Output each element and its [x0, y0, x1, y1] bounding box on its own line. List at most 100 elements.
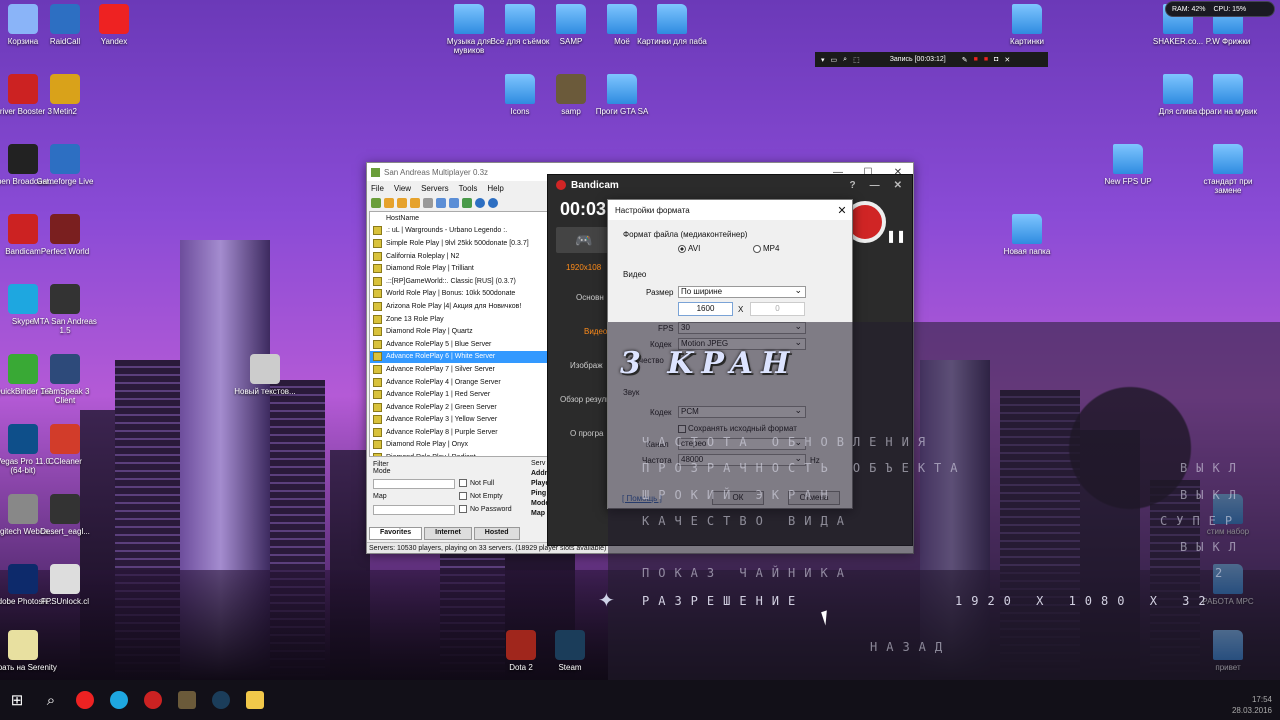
- bandicam-taskbar-icon[interactable]: [137, 684, 169, 716]
- desktop-icon[interactable]: Gameforge Live: [30, 144, 100, 186]
- pause-icon[interactable]: ❚❚: [886, 229, 906, 243]
- desktop-icon[interactable]: FPSUnlock.cl: [30, 564, 100, 606]
- game-mode-button[interactable]: 🎮: [556, 227, 612, 253]
- minimize-icon[interactable]: —: [870, 180, 880, 191]
- menu-tools[interactable]: Tools: [459, 184, 478, 193]
- help-icon[interactable]: [475, 198, 485, 208]
- server-list[interactable]: HostName .: uL | Wargrounds - Urbano Leg…: [369, 211, 549, 457]
- server-row[interactable]: Diamond Role Play | Onyx: [370, 439, 548, 452]
- gta-taskbar-icon[interactable]: [171, 684, 203, 716]
- filter-map-input[interactable]: [373, 505, 455, 515]
- ok-button[interactable]: ОК: [712, 491, 764, 505]
- server-row[interactable]: Advance RolePlay 7 | Silver Server: [370, 363, 548, 376]
- audio-codec-select[interactable]: PCM: [678, 405, 806, 418]
- help-link[interactable]: [ Помощь ]: [622, 494, 662, 503]
- desktop-icon[interactable]: Картинки: [992, 4, 1062, 46]
- search-icon[interactable]: ⌕: [35, 684, 67, 716]
- desktop-icon[interactable]: Проги GTA SA: [587, 74, 657, 116]
- desktop-icon[interactable]: Картинки для паба: [637, 4, 707, 46]
- edit-icon[interactable]: [449, 198, 459, 208]
- yandex-taskbar-icon[interactable]: [69, 684, 101, 716]
- header-hostname[interactable]: HostName: [386, 215, 419, 222]
- desktop-icon[interactable]: привет: [1193, 630, 1263, 672]
- no-password-checkbox[interactable]: No Password: [459, 505, 512, 513]
- desktop-icon[interactable]: фраги на мувик: [1193, 74, 1263, 116]
- close-icon[interactable]: ✕: [1004, 56, 1010, 64]
- frequency-select[interactable]: 48000: [678, 453, 806, 466]
- server-row[interactable]: Advance RolePlay 8 | Purple Server: [370, 426, 548, 439]
- desktop-icon[interactable]: Yandex: [79, 4, 149, 46]
- help-icon[interactable]: ?: [850, 180, 856, 191]
- server-row[interactable]: Advance RolePlay 5 | Blue Server: [370, 338, 548, 351]
- window-icon[interactable]: ▭: [831, 56, 838, 64]
- close-icon[interactable]: ✕: [894, 180, 902, 191]
- server-row[interactable]: Advance RolePlay 3 | Yellow Server: [370, 414, 548, 427]
- sidebar-item-image[interactable]: Изображ: [570, 361, 603, 370]
- delete-server-icon[interactable]: [410, 198, 420, 208]
- server-row[interactable]: Advance RolePlay 6 | White Server: [370, 350, 548, 364]
- sidebar-item-output[interactable]: Обзор резуль: [560, 395, 610, 404]
- steam-taskbar-icon[interactable]: [205, 684, 237, 716]
- desktop-icon[interactable]: Новая папка: [992, 214, 1062, 256]
- server-row[interactable]: Simple Role Play | 9lvl 25kk 500donate […: [370, 237, 548, 250]
- menu-view[interactable]: View: [394, 184, 411, 193]
- tab-internet[interactable]: Internet: [424, 527, 472, 540]
- stop-icon[interactable]: ■: [984, 56, 988, 63]
- server-row[interactable]: World Role Play | Bonus: 10kk 500donate: [370, 288, 548, 301]
- avi-radio[interactable]: AVI: [678, 244, 700, 253]
- width-input[interactable]: 1600: [678, 302, 733, 316]
- desktop-icon[interactable]: Metin2: [30, 74, 100, 116]
- close-icon[interactable]: ✕: [832, 204, 852, 217]
- desktop-icon[interactable]: Играть на Serenity: [0, 630, 58, 672]
- desktop-icon[interactable]: New FPS UP: [1093, 144, 1163, 186]
- menu-icon[interactable]: ▾: [821, 56, 825, 64]
- desktop-icon[interactable]: Steam: [535, 630, 605, 672]
- menu-servers[interactable]: Servers: [421, 184, 449, 193]
- refresh-icon[interactable]: [384, 198, 394, 208]
- fps-select[interactable]: 30: [678, 321, 806, 334]
- desktop-icon[interactable]: MTA San Andreas 1.5: [30, 284, 100, 335]
- sidebar-item-general[interactable]: Основн: [576, 293, 604, 302]
- properties-icon[interactable]: [423, 198, 433, 208]
- server-row[interactable]: Advance RolePlay 2 | Green Server: [370, 401, 548, 414]
- height-input[interactable]: 0: [750, 302, 805, 316]
- menu-help[interactable]: Help: [487, 184, 503, 193]
- skype-taskbar-icon[interactable]: [103, 684, 135, 716]
- desktop-icon[interactable]: TeamSpeak 3 Client: [30, 354, 100, 405]
- about-icon[interactable]: [488, 198, 498, 208]
- add-server-icon[interactable]: [397, 198, 407, 208]
- tab-hosted[interactable]: Hosted: [473, 527, 520, 540]
- desktop-icon[interactable]: CCleaner: [30, 424, 100, 466]
- keep-format-checkbox[interactable]: Сохранять исходный формат: [678, 424, 797, 433]
- not-empty-checkbox[interactable]: Not Empty: [459, 492, 503, 500]
- sidebar-item-video[interactable]: Видео: [584, 327, 607, 336]
- server-row[interactable]: Diamond Role Play | Quartz: [370, 325, 548, 338]
- explorer-taskbar-icon[interactable]: [239, 684, 271, 716]
- server-row[interactable]: Diamond Role Play | Trilliant: [370, 262, 548, 275]
- server-row[interactable]: Diamond Role Play | Radiant: [370, 451, 548, 456]
- channel-select[interactable]: стерео: [678, 437, 806, 450]
- settings-icon[interactable]: [462, 198, 472, 208]
- menu-file[interactable]: File: [371, 184, 384, 193]
- sidebar-item-about[interactable]: О програ: [570, 429, 604, 438]
- desktop-icon[interactable]: РАБОТА МРС: [1193, 564, 1263, 606]
- server-row[interactable]: Arizona Role Play |4| Акция для Новичков…: [370, 300, 548, 313]
- ram-cpu-widget[interactable]: RAM: 42% CPU: 15%: [1165, 1, 1275, 17]
- server-row[interactable]: California Roleplay | N2: [370, 250, 548, 263]
- cancel-button[interactable]: Отмена: [788, 491, 840, 505]
- server-list-header[interactable]: HostName: [370, 212, 548, 225]
- zoom-icon[interactable]: ⌕: [843, 56, 847, 64]
- record-icon[interactable]: ■: [974, 56, 978, 63]
- desktop-icon[interactable]: стим набор: [1193, 494, 1263, 536]
- camera-icon[interactable]: ◘: [994, 56, 998, 63]
- desktop-icon[interactable]: Desert_eagl...: [30, 494, 100, 536]
- desktop-icon[interactable]: Новый текстов...: [230, 354, 300, 396]
- server-row[interactable]: .::[RP]GameWorld::. Classic [RUS] (0.3.7…: [370, 275, 548, 288]
- codec-select[interactable]: Motion JPEG: [678, 337, 806, 350]
- desktop-icon[interactable]: стандарт при замене: [1193, 144, 1263, 195]
- server-row[interactable]: Advance RolePlay 1 | Red Server: [370, 388, 548, 401]
- tab-favorites[interactable]: Favorites: [369, 527, 423, 540]
- connect-icon[interactable]: [371, 198, 381, 208]
- system-clock[interactable]: 17:54 28.03.2016: [1232, 695, 1272, 716]
- server-row[interactable]: .: uL | Wargrounds - Urbano Legendo :.: [370, 225, 548, 238]
